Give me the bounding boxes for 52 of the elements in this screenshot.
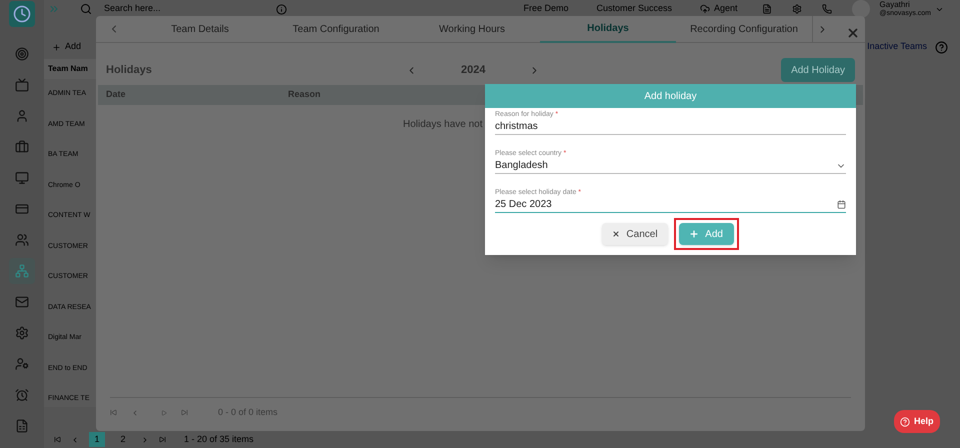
last-page-icon[interactable] (159, 436, 166, 443)
first-page-icon[interactable] (54, 436, 61, 443)
nav-link[interactable]: Customer Success (596, 2, 672, 16)
nav-link[interactable]: Free Demo (523, 2, 568, 16)
add-button[interactable]: Add (678, 223, 734, 245)
prev-page-icon[interactable] (131, 408, 139, 416)
first-page-icon[interactable] (110, 409, 117, 416)
search-field[interactable]: Search here... (104, 2, 204, 16)
next-page-icon[interactable] (141, 436, 149, 444)
tab[interactable]: Working Hours (404, 16, 540, 42)
empty-message: Holidays have not (403, 119, 482, 130)
tab[interactable]: Team Configuration (268, 16, 404, 42)
field-value: 25 Dec 2023 (495, 198, 552, 211)
column-header: Reason (288, 88, 321, 102)
page-summary: 1 - 20 of 35 items (184, 432, 254, 446)
phone-icon[interactable] (822, 4, 832, 14)
column-header: Team Nam (44, 59, 96, 79)
prev-page-icon[interactable] (71, 436, 79, 444)
page-button[interactable]: 1 (89, 432, 105, 447)
next-page-icon[interactable] (161, 410, 167, 416)
field-value: Bangladesh (495, 159, 548, 172)
plus-icon (52, 42, 61, 52)
document-icon[interactable] (762, 4, 772, 14)
section-title: Holidays (106, 62, 153, 78)
close-icon (612, 230, 620, 238)
dialog-title: Add holiday (485, 84, 856, 108)
last-page-icon[interactable] (181, 409, 188, 416)
agent-link[interactable]: Agent (714, 2, 738, 16)
cloud-icon (700, 4, 710, 14)
help-icon[interactable] (935, 40, 948, 54)
cancel-button[interactable]: Cancel (602, 223, 668, 245)
info-icon (276, 4, 287, 14)
column-header: Date (105, 88, 127, 102)
page-button[interactable]: 2 (115, 432, 131, 447)
tab[interactable]: Recording Configuration (676, 16, 812, 42)
add-button[interactable]: Add (52, 40, 82, 54)
tab[interactable]: Team Details (132, 16, 268, 42)
calendar-icon (837, 200, 846, 209)
user-name: Gayathri (880, 0, 911, 9)
help-icon (900, 416, 910, 426)
help-button[interactable]: Help (894, 410, 940, 433)
add-holiday-button[interactable]: Add Holiday (781, 58, 855, 82)
plus-icon (689, 229, 700, 239)
logo-icon (9, 1, 35, 27)
settings-icon[interactable] (792, 4, 802, 14)
avatar[interactable] (852, 0, 870, 18)
search-icon (80, 3, 92, 15)
year-label: 2024 (461, 62, 486, 78)
close-icon[interactable] (846, 26, 860, 40)
tab[interactable]: Holidays (540, 16, 676, 42)
team-icon[interactable] (9, 258, 35, 284)
field-value: christmas (495, 120, 538, 133)
